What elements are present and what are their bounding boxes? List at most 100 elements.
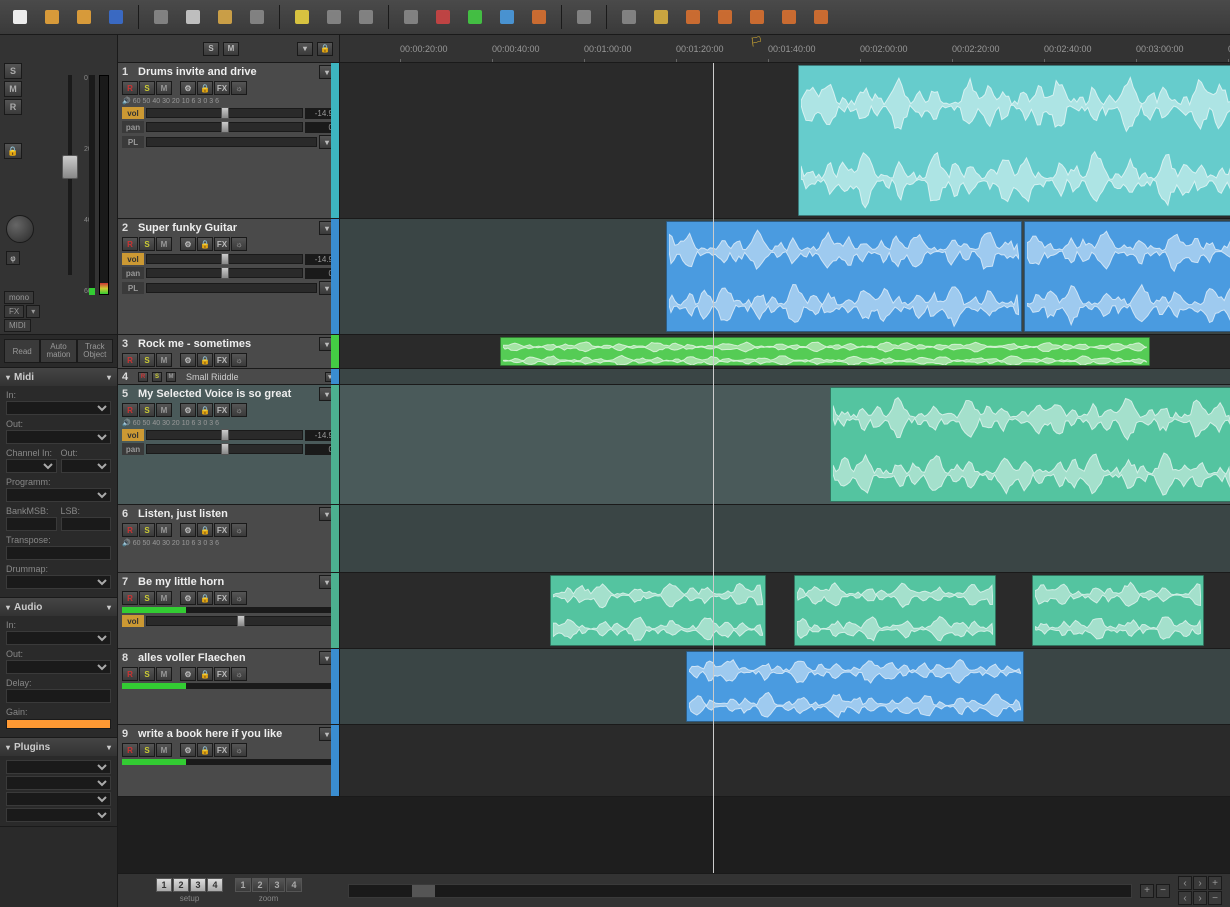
- track-lane[interactable]: [340, 573, 1230, 648]
- track-lane[interactable]: [340, 649, 1230, 724]
- track-rec-button[interactable]: R: [122, 591, 138, 605]
- audio-clip[interactable]: [794, 575, 996, 646]
- track-rec-button[interactable]: R: [122, 667, 138, 681]
- read-button[interactable]: Read: [4, 339, 40, 363]
- align-button[interactable]: [527, 5, 551, 29]
- header-lock[interactable]: 🔒: [317, 42, 333, 56]
- audio-panel-header[interactable]: Audio: [0, 599, 117, 616]
- track-name[interactable]: Listen, just listen: [138, 508, 315, 520]
- global-solo-button[interactable]: S: [203, 42, 219, 56]
- snap-button[interactable]: [431, 5, 455, 29]
- setup-4-button[interactable]: 4: [207, 878, 223, 892]
- pan-knob[interactable]: [6, 215, 34, 243]
- track-control[interactable]: 1Drums invite and drive▾ R S M ⚙ 🔒 FX ☼ …: [118, 63, 340, 218]
- range-b-button[interactable]: [713, 5, 737, 29]
- new-file-button[interactable]: [8, 5, 32, 29]
- track-name[interactable]: alles voller Flaechen: [138, 652, 315, 664]
- midi-lsb-input[interactable]: [61, 517, 112, 531]
- track-gear-button[interactable]: ⚙: [180, 591, 196, 605]
- track-lane[interactable]: [340, 369, 1230, 384]
- track-fx-button[interactable]: FX: [214, 81, 230, 95]
- pan-slider[interactable]: [146, 268, 303, 278]
- track-control[interactable]: 6Listen, just listen▾ R S M ⚙ 🔒 FX ☼ 🔊60…: [118, 505, 340, 572]
- copy-button[interactable]: [181, 5, 205, 29]
- track-lock-button[interactable]: 🔒: [197, 81, 213, 95]
- range-a-button[interactable]: [681, 5, 705, 29]
- track-extra-button[interactable]: ☼: [231, 353, 247, 367]
- save-button[interactable]: [104, 5, 128, 29]
- track-name[interactable]: Drums invite and drive: [138, 66, 315, 78]
- track-gear-button[interactable]: ⚙: [180, 403, 196, 417]
- track-fx-button[interactable]: FX: [214, 237, 230, 251]
- h-scrollbar[interactable]: [348, 884, 1132, 898]
- nav-right[interactable]: ›: [1193, 876, 1207, 890]
- track-name[interactable]: Super funky Guitar: [138, 222, 315, 234]
- cut-special-button[interactable]: [245, 5, 269, 29]
- audio-clip[interactable]: [686, 651, 1024, 722]
- plugin-slot-2[interactable]: [6, 776, 111, 790]
- audio-gain-bar[interactable]: [6, 719, 111, 729]
- track-gear-button[interactable]: ⚙: [180, 353, 196, 367]
- bricks-button[interactable]: [809, 5, 833, 29]
- pl-select[interactable]: [146, 137, 317, 147]
- audio-out-select[interactable]: [6, 660, 111, 674]
- track-rec-button[interactable]: R: [122, 523, 138, 537]
- crossfade-button[interactable]: [495, 5, 519, 29]
- midi-button[interactable]: MIDI: [4, 319, 31, 332]
- global-mute-button[interactable]: M: [223, 42, 239, 56]
- pl-select[interactable]: [146, 283, 317, 293]
- mono-button[interactable]: mono: [4, 291, 34, 304]
- track-lock-button[interactable]: 🔒: [197, 403, 213, 417]
- track-rec-button[interactable]: R: [122, 403, 138, 417]
- audio-clip[interactable]: [666, 221, 1022, 332]
- track-lane[interactable]: [340, 385, 1230, 504]
- paste-button[interactable]: [213, 5, 237, 29]
- undo-button[interactable]: [322, 5, 346, 29]
- redo-button[interactable]: [354, 5, 378, 29]
- track-gear-button[interactable]: ⚙: [180, 81, 196, 95]
- track-gear-button[interactable]: ⚙: [180, 743, 196, 757]
- track-solo-button[interactable]: S: [139, 591, 155, 605]
- track-mute-button[interactable]: M: [156, 81, 172, 95]
- audio-delay-input[interactable]: [6, 689, 111, 703]
- track-control[interactable]: 7Be my little horn▾ R S M ⚙ 🔒 FX ☼ vol: [118, 573, 340, 648]
- track-lock-button[interactable]: 🔒: [197, 591, 213, 605]
- vol-slider[interactable]: [146, 254, 303, 264]
- track-control[interactable]: 4 R S M Small Riiddle ▾: [118, 369, 340, 384]
- track-lock-button[interactable]: 🔒: [197, 743, 213, 757]
- track-solo-button[interactable]: S: [139, 523, 155, 537]
- track-control[interactable]: 8alles voller Flaechen▾ R S M ⚙ 🔒 FX ☼: [118, 649, 340, 724]
- lock-button[interactable]: 🔒: [4, 143, 22, 159]
- grid-button[interactable]: [399, 5, 423, 29]
- track-extra-button[interactable]: ☼: [231, 81, 247, 95]
- track-mute-button[interactable]: M: [156, 237, 172, 251]
- pan-slider[interactable]: [146, 444, 303, 454]
- track-fx-button[interactable]: FX: [214, 353, 230, 367]
- track-fx-button[interactable]: FX: [214, 403, 230, 417]
- midi-chin-select[interactable]: [6, 459, 57, 473]
- track-control[interactable]: 3Rock me - sometimes▾ R S M ⚙ 🔒 FX ☼: [118, 335, 340, 368]
- zoom-preset-2-button[interactable]: 2: [252, 878, 268, 892]
- audio-in-select[interactable]: [6, 631, 111, 645]
- loop-marker-icon[interactable]: 🏳: [750, 37, 763, 48]
- track-extra-button[interactable]: ☼: [231, 667, 247, 681]
- pan-slider[interactable]: [146, 122, 303, 132]
- nav-left-2[interactable]: ‹: [1178, 891, 1192, 905]
- track-lock-button[interactable]: 🔒: [197, 237, 213, 251]
- midi-bankmsb-input[interactable]: [6, 517, 57, 531]
- track-rec-button[interactable]: R: [122, 353, 138, 367]
- midi-in-select[interactable]: [6, 401, 111, 415]
- track-mute-button[interactable]: M: [156, 403, 172, 417]
- audio-clip[interactable]: [830, 387, 1230, 502]
- track-mute-button[interactable]: M: [166, 372, 176, 382]
- open-folder-button[interactable]: [40, 5, 64, 29]
- setup-2-button[interactable]: 2: [173, 878, 189, 892]
- audio-clip[interactable]: [500, 337, 1150, 366]
- track-solo-button[interactable]: S: [139, 237, 155, 251]
- track-lane[interactable]: [340, 219, 1230, 334]
- master-s-button[interactable]: S: [4, 63, 22, 79]
- track-lane[interactable]: [340, 725, 1230, 796]
- audio-clip[interactable]: [798, 65, 1230, 216]
- midi-transpose-input[interactable]: [6, 546, 111, 560]
- lock-button[interactable]: [649, 5, 673, 29]
